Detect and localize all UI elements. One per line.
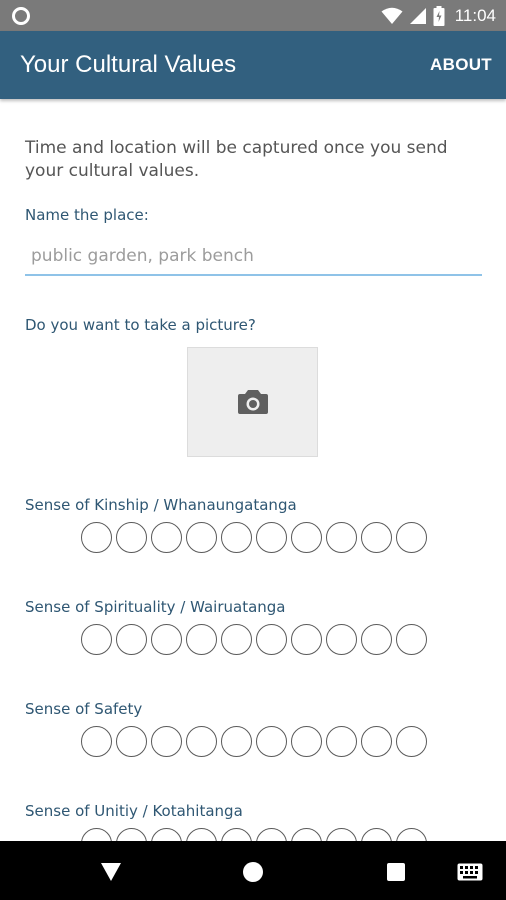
rating-option-6[interactable] <box>256 828 287 841</box>
back-icon[interactable] <box>100 862 122 882</box>
status-time: 11:04 <box>454 6 496 25</box>
rating-row <box>81 522 427 553</box>
keyboard-icon[interactable] <box>457 863 483 881</box>
form-content[interactable]: Time and location will be captured once … <box>0 99 506 841</box>
app-bar: Your Cultural Values ABOUT <box>0 31 506 99</box>
rating-option-2[interactable] <box>116 828 147 841</box>
place-input[interactable] <box>25 238 482 276</box>
rating-option-8[interactable] <box>326 624 357 655</box>
rating-option-2[interactable] <box>116 624 147 655</box>
rating-option-6[interactable] <box>256 726 287 757</box>
value-scale-unity: Sense of Unitiy / Kotahitanga <box>0 802 506 841</box>
signal-icon <box>409 8 426 24</box>
rating-option-5[interactable] <box>221 828 252 841</box>
rating-option-2[interactable] <box>116 522 147 553</box>
take-picture-button[interactable] <box>187 347 318 457</box>
rating-option-7[interactable] <box>291 624 322 655</box>
notification-ring-icon <box>12 7 30 25</box>
rating-option-5[interactable] <box>221 522 252 553</box>
value-label-safety: Sense of Safety <box>25 700 143 718</box>
rating-option-10[interactable] <box>396 522 427 553</box>
rating-option-3[interactable] <box>151 726 182 757</box>
rating-row <box>81 828 427 841</box>
rating-option-6[interactable] <box>256 522 287 553</box>
rating-option-8[interactable] <box>326 522 357 553</box>
rating-option-8[interactable] <box>326 828 357 841</box>
rating-option-7[interactable] <box>291 726 322 757</box>
rating-option-10[interactable] <box>396 624 427 655</box>
value-label-unity: Sense of Unitiy / Kotahitanga <box>25 802 243 820</box>
home-icon[interactable] <box>242 861 264 883</box>
rating-option-1[interactable] <box>81 624 112 655</box>
rating-option-4[interactable] <box>186 828 217 841</box>
value-scale-safety: Sense of Safety <box>0 700 506 790</box>
value-label-spirituality: Sense of Spirituality / Wairuatanga <box>25 598 286 616</box>
rating-option-9[interactable] <box>361 726 392 757</box>
camera-icon <box>237 390 268 414</box>
page-title: Your Cultural Values <box>20 51 237 78</box>
rating-row <box>81 624 427 655</box>
value-scale-spirituality: Sense of Spirituality / Wairuatanga <box>0 598 506 688</box>
rating-option-9[interactable] <box>361 522 392 553</box>
rating-option-8[interactable] <box>326 726 357 757</box>
rating-option-6[interactable] <box>256 624 287 655</box>
rating-option-1[interactable] <box>81 522 112 553</box>
rating-option-5[interactable] <box>221 624 252 655</box>
battery-icon <box>433 6 445 26</box>
rating-option-7[interactable] <box>291 522 322 553</box>
value-scale-kinship: Sense of Kinship / Whanaungatanga <box>0 496 506 586</box>
navigation-bar <box>0 841 506 900</box>
rating-option-9[interactable] <box>361 828 392 841</box>
rating-option-3[interactable] <box>151 828 182 841</box>
intro-text: Time and location will be captured once … <box>25 138 448 181</box>
place-label: Name the place: <box>25 206 149 224</box>
rating-option-2[interactable] <box>116 726 147 757</box>
value-label-kinship: Sense of Kinship / Whanaungatanga <box>25 496 297 514</box>
rating-option-3[interactable] <box>151 522 182 553</box>
rating-row <box>81 726 427 757</box>
rating-option-4[interactable] <box>186 624 217 655</box>
rating-option-4[interactable] <box>186 726 217 757</box>
about-button[interactable]: ABOUT <box>426 53 496 77</box>
recents-icon[interactable] <box>386 862 406 882</box>
wifi-icon <box>381 7 403 24</box>
rating-option-9[interactable] <box>361 624 392 655</box>
rating-option-1[interactable] <box>81 828 112 841</box>
status-icons: 11:04 <box>381 4 496 28</box>
rating-option-10[interactable] <box>396 828 427 841</box>
picture-label: Do you want to take a picture? <box>25 316 256 334</box>
rating-option-10[interactable] <box>396 726 427 757</box>
status-bar: 11:04 <box>0 0 506 31</box>
rating-option-1[interactable] <box>81 726 112 757</box>
rating-option-7[interactable] <box>291 828 322 841</box>
rating-option-4[interactable] <box>186 522 217 553</box>
rating-option-5[interactable] <box>221 726 252 757</box>
rating-option-3[interactable] <box>151 624 182 655</box>
